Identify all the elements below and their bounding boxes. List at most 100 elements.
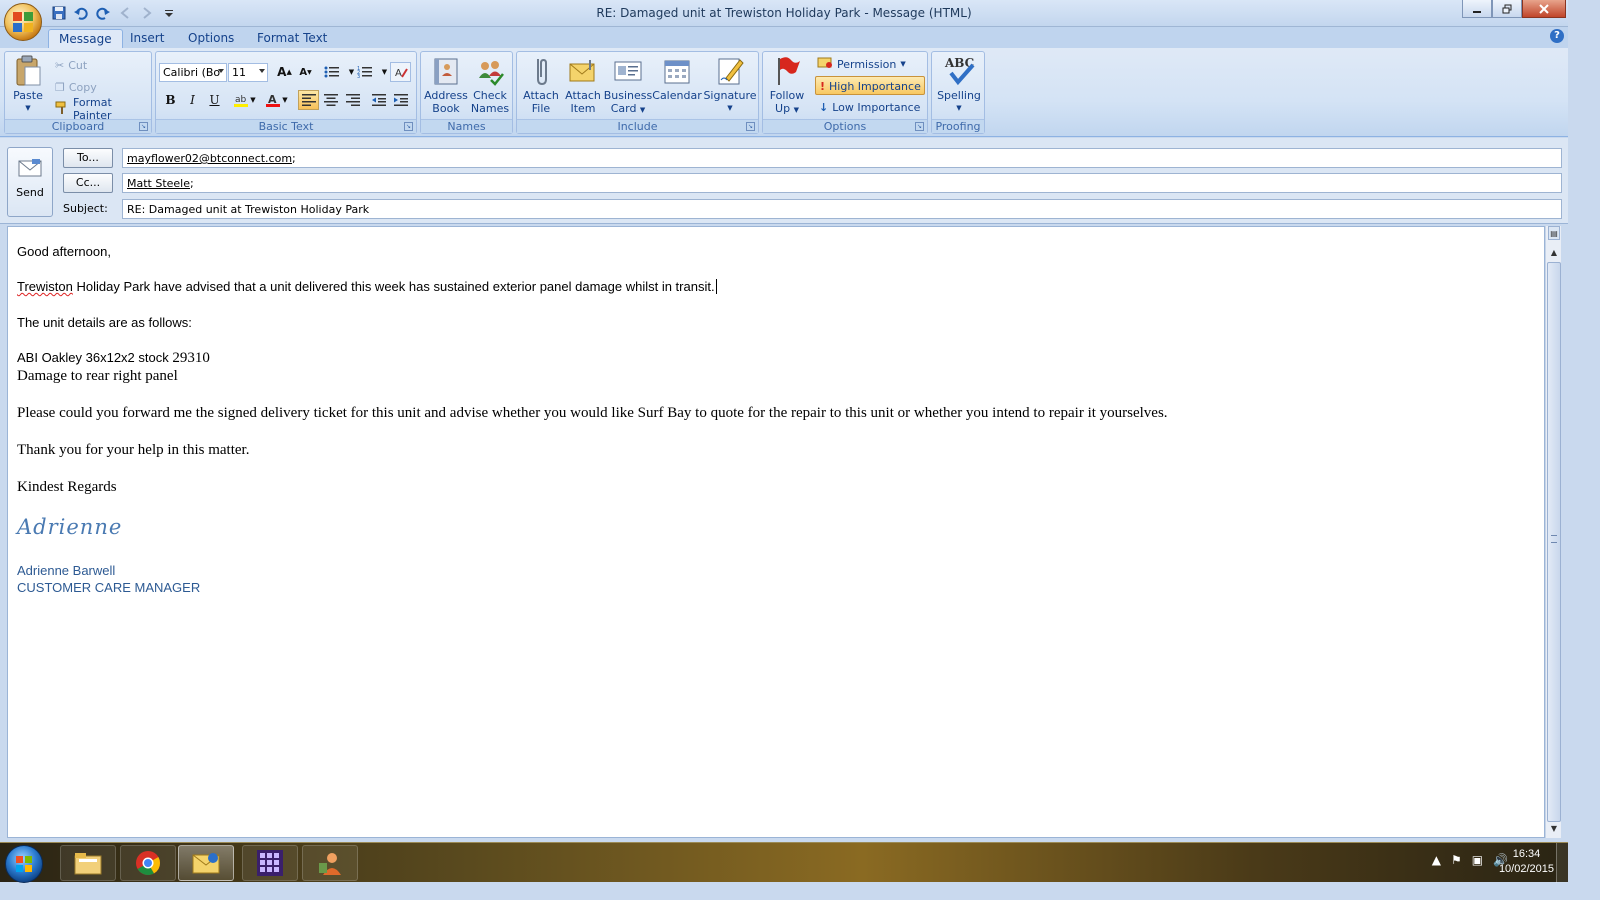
spelling-button[interactable]: ABC Spelling ▼ [934, 55, 984, 115]
align-left-button[interactable] [298, 90, 319, 110]
send-button[interactable]: Send [7, 147, 53, 217]
show-hidden-icons-icon[interactable]: ▲ [1432, 853, 1441, 867]
address-book-button[interactable]: Address Book [423, 55, 469, 115]
format-painter-button[interactable]: Format Painter [55, 96, 151, 122]
highlight-dropdown-icon[interactable]: ▼ [248, 90, 258, 110]
signature-name: Adrienne Barwell [17, 563, 116, 578]
font-name-combo[interactable]: Calibri (Bo [159, 63, 227, 82]
close-button[interactable] [1522, 0, 1566, 18]
paintbrush-icon [55, 101, 69, 118]
high-importance-label: High Importance [829, 79, 921, 93]
paste-button[interactable]: Paste ▼ [8, 55, 48, 115]
message-body[interactable]: Good afternoon, Trewiston Holiday Park h… [7, 226, 1545, 838]
clear-formatting-button[interactable]: A [390, 62, 411, 82]
to-button[interactable]: To... [63, 148, 113, 168]
align-center-icon [323, 94, 338, 106]
options-group: Follow Up ▼ Permission ▼ ! High Importan… [762, 51, 928, 134]
vertical-scrollbar[interactable]: ▤ ▲ ▼ [1545, 226, 1561, 838]
system-tray: ▲ ⚑ ▣ 🔊 [1432, 853, 1508, 867]
ruler-toggle-icon[interactable]: ▤ [1548, 226, 1560, 240]
system-clock[interactable]: 16:34 10/02/2015 [1499, 847, 1554, 877]
misspelled-word[interactable]: Trewiston [17, 279, 73, 294]
cc-button[interactable]: Cc... [63, 173, 113, 193]
scrollbar-thumb[interactable] [1547, 262, 1561, 822]
font-color-dropdown-icon[interactable]: ▼ [280, 90, 290, 110]
taskbar-outlook[interactable] [178, 845, 234, 881]
calendar-button[interactable]: Calendar [651, 55, 703, 102]
tab-message[interactable]: Message [48, 29, 123, 48]
network-icon[interactable]: ▣ [1472, 853, 1483, 867]
cc-field[interactable]: Matt Steele; [122, 173, 1562, 193]
cut-button[interactable]: ✂ Cut [55, 56, 87, 74]
clock-date: 10/02/2015 [1498, 863, 1554, 875]
align-right-icon [345, 94, 360, 106]
taskbar-contacts[interactable] [302, 845, 358, 881]
business-card-label-line2: Card [610, 102, 637, 115]
increase-indent-button[interactable] [390, 90, 411, 110]
handwritten-signature: Adrienne [17, 515, 123, 539]
underline-button[interactable]: U [204, 90, 225, 110]
recipient-separator: ; [190, 177, 194, 190]
taskbar-chrome[interactable] [120, 845, 176, 881]
exclamation-icon: ! [820, 79, 826, 93]
paste-dropdown-icon: ▼ [25, 104, 31, 112]
proofing-group: ABC Spelling ▼ Proofing [931, 51, 985, 134]
to-field[interactable]: mayflower02@btconnect.com; [122, 148, 1562, 168]
italic-button[interactable]: I [182, 90, 203, 110]
include-dialog-launcher[interactable]: ↘ [746, 122, 755, 131]
spelling-label: Spelling [937, 89, 981, 102]
bullets-button[interactable] [321, 62, 342, 82]
bold-button[interactable]: B [160, 90, 181, 110]
align-right-button[interactable] [342, 90, 363, 110]
svg-text:3: 3 [357, 74, 360, 79]
calendar-label: Calendar [652, 89, 702, 102]
taskbar-explorer[interactable] [60, 845, 116, 881]
scroll-down-arrow-icon[interactable]: ▼ [1548, 822, 1560, 836]
attach-item-button[interactable]: Attach Item [561, 55, 605, 115]
proofing-group-label: Proofing [932, 119, 984, 133]
font-size-combo[interactable]: 11 [228, 63, 268, 82]
permission-button[interactable]: Permission ▼ [817, 55, 906, 73]
align-center-button[interactable] [320, 90, 341, 110]
copy-button[interactable]: ❐ Copy [55, 78, 97, 96]
scroll-up-arrow-icon[interactable]: ▲ [1548, 246, 1560, 260]
options-dialog-launcher[interactable]: ↘ [915, 122, 924, 131]
clipboard-group-label: Clipboard [5, 119, 151, 133]
grow-font-button[interactable]: A ▲ [274, 62, 295, 82]
check-names-button[interactable]: Check Names [467, 55, 513, 115]
tab-format-text[interactable]: Format Text [247, 29, 337, 48]
follow-up-label-line2: Up [775, 102, 791, 115]
font-name-value: Calibri (Bo [163, 66, 221, 79]
high-importance-button[interactable]: ! High Importance [815, 76, 925, 95]
business-card-button[interactable]: Business Card ▼ [603, 55, 653, 117]
calendar-icon [661, 55, 693, 87]
tab-options[interactable]: Options [178, 29, 244, 48]
start-button[interactable] [5, 845, 43, 883]
restore-button[interactable] [1492, 0, 1522, 18]
tab-insert[interactable]: Insert [120, 29, 174, 48]
numbering-button[interactable]: 123 [354, 62, 375, 82]
minimize-button[interactable] [1462, 0, 1492, 18]
basic-text-dialog-launcher[interactable]: ↘ [404, 122, 413, 131]
low-importance-button[interactable]: ↓ Low Importance [819, 98, 920, 116]
show-desktop-button[interactable] [1556, 843, 1568, 883]
signature-button[interactable]: Signature ▼ [703, 55, 757, 115]
to-recipient[interactable]: mayflower02@btconnect.com [127, 152, 292, 165]
clock-time: 16:34 [1512, 848, 1541, 860]
spelling-check-icon: ABC [943, 55, 975, 87]
action-center-flag-icon[interactable]: ⚑ [1451, 853, 1462, 867]
attach-file-button[interactable]: Attach File [519, 55, 563, 115]
subject-field[interactable]: RE: Damaged unit at Trewiston Holiday Pa… [122, 199, 1562, 219]
help-icon[interactable]: ? [1550, 29, 1564, 43]
clipboard-dialog-launcher[interactable]: ↘ [139, 122, 148, 131]
office-button[interactable] [4, 3, 42, 41]
body-paragraph-3: Please could you forward me the signed d… [17, 405, 1168, 421]
scissors-icon: ✂ [55, 58, 65, 72]
decrease-indent-button[interactable] [368, 90, 389, 110]
dropdown-arrow-icon: ▼ [900, 60, 906, 68]
cc-recipient[interactable]: Matt Steele [127, 177, 190, 190]
taskbar-app-grid[interactable] [242, 845, 298, 881]
shrink-font-button[interactable]: A ▼ [295, 62, 316, 82]
ribbon-tabs: Message Insert Options Format Text ? [0, 27, 1568, 48]
follow-up-button[interactable]: Follow Up ▼ [765, 55, 809, 117]
